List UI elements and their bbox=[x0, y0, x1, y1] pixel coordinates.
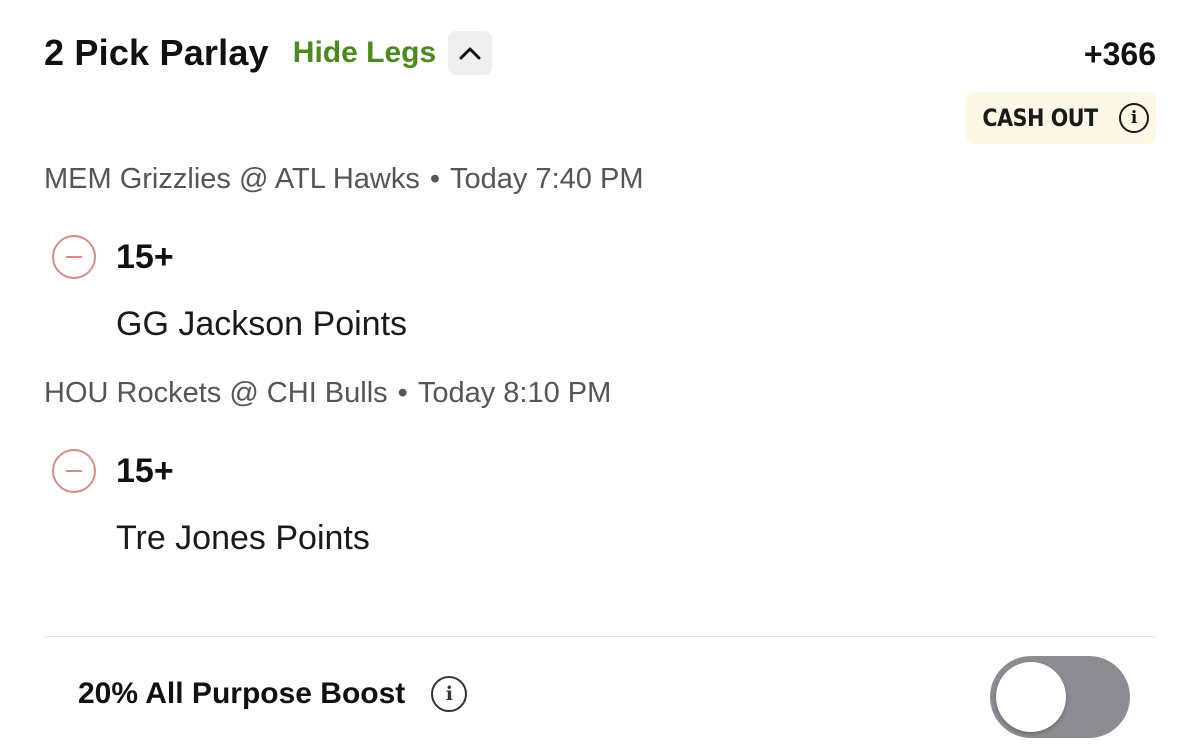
parlay-odds: +366 bbox=[1083, 36, 1156, 72]
boost-row: 20% All Purpose Boost i bbox=[78, 676, 468, 712]
info-icon[interactable]: i bbox=[1119, 103, 1150, 133]
leg-matchup: HOU Rockets @ CHI Bulls bbox=[44, 377, 388, 409]
cash-out-label: CASH OUT bbox=[982, 104, 1098, 132]
toggle-knob bbox=[996, 662, 1066, 732]
separator-dot: • bbox=[397, 377, 408, 409]
parlay-card: 2 Pick Parlay Hide Legs +366 CASH OUT i … bbox=[0, 0, 1200, 753]
leg-start-time: Today 8:10 PM bbox=[417, 377, 612, 409]
chevron-up-icon bbox=[459, 47, 481, 60]
collapse-legs-button[interactable] bbox=[448, 31, 493, 75]
info-icon[interactable]: i bbox=[431, 676, 468, 712]
cash-out-button[interactable]: CASH OUT i bbox=[966, 92, 1156, 144]
leg-line-row: 15+ bbox=[52, 449, 174, 493]
leg-start-time: Today 7:40 PM bbox=[450, 163, 644, 195]
leg-player-market: GG Jackson Points bbox=[116, 305, 408, 343]
leg-game-info: HOU Rockets @ CHI Bulls • Today 8:10 PM bbox=[44, 377, 611, 410]
separator-dot: • bbox=[429, 163, 441, 195]
hide-legs-button[interactable]: Hide Legs bbox=[293, 36, 436, 70]
divider bbox=[44, 636, 1156, 637]
leg-matchup: MEM Grizzlies @ ATL Hawks bbox=[44, 163, 420, 195]
parlay-header: 2 Pick Parlay Hide Legs bbox=[44, 30, 493, 76]
leg-line-value: 15+ bbox=[116, 237, 174, 276]
leg-player-market: Tre Jones Points bbox=[116, 519, 370, 557]
boost-toggle[interactable] bbox=[990, 656, 1130, 738]
boost-label: 20% All Purpose Boost bbox=[78, 677, 406, 710]
minus-circle-icon[interactable] bbox=[52, 235, 96, 279]
leg-line-value: 15+ bbox=[116, 451, 174, 490]
minus-circle-icon[interactable] bbox=[52, 449, 96, 493]
leg-game-info: MEM Grizzlies @ ATL Hawks • Today 7:40 PM bbox=[44, 163, 643, 196]
leg-line-row: 15+ bbox=[52, 235, 174, 279]
parlay-title: 2 Pick Parlay bbox=[44, 32, 269, 73]
